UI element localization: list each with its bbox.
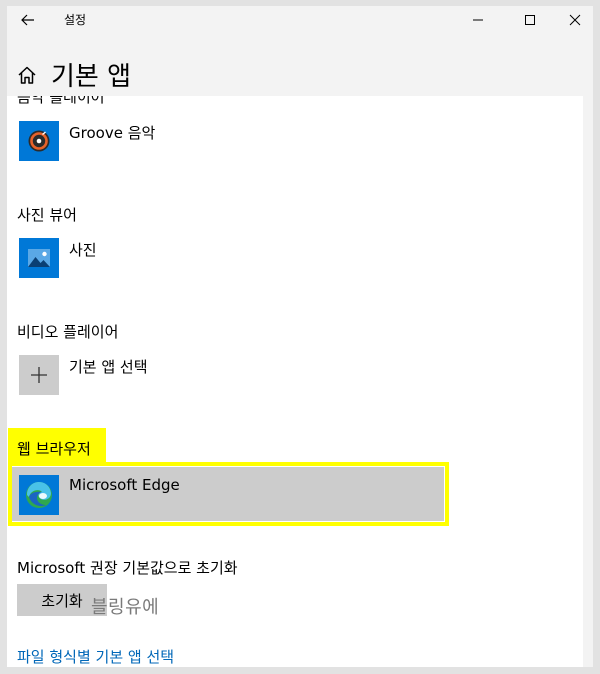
choose-by-file-type-link[interactable]: 파일 형식별 기본 앱 선택 [17, 646, 174, 667]
maximize-icon [525, 15, 535, 25]
minimize-icon [473, 19, 483, 21]
section-label-photo-viewer: 사진 뷰어 [17, 206, 77, 224]
watermark: 블링유에 [91, 597, 160, 618]
window-title: 설정 [64, 13, 87, 27]
plus-icon [31, 367, 47, 383]
close-button[interactable] [552, 6, 593, 34]
video-player-app-button[interactable]: 기본 앱 선택 [12, 347, 445, 401]
photo-viewer-app-button[interactable]: 사진 [12, 230, 445, 284]
minimize-button[interactable] [455, 6, 501, 34]
choose-app-tile [19, 355, 59, 395]
content-area: 음악 플레이어 Groove 음악 사진 뷰어 사진 비디오 플레이어 기본 앱… [7, 96, 583, 667]
close-icon [569, 14, 581, 26]
home-icon [18, 66, 36, 84]
app-name-photos: 사진 [69, 241, 97, 259]
title-bar: 설정 [7, 6, 593, 34]
back-button[interactable] [15, 8, 41, 32]
groove-music-icon [28, 130, 50, 152]
section-label-web-browser: 웹 브라우저 [17, 440, 91, 458]
app-name-choose-default: 기본 앱 선택 [69, 358, 148, 376]
home-button[interactable] [16, 64, 38, 86]
maximize-button[interactable] [507, 6, 553, 34]
groove-tile [19, 121, 59, 161]
music-player-app-button[interactable]: Groove 음악 [12, 113, 445, 167]
settings-window: 설정 기본 앱 음악 플레이어 Groove 음악 사진 뷰어 사진 비디오 플… [7, 6, 593, 667]
highlight-frame [8, 462, 449, 526]
back-arrow-icon [21, 14, 34, 26]
section-label-music-player: 음악 플레이어 [17, 96, 105, 106]
photos-icon [28, 249, 50, 267]
reset-label: Microsoft 권장 기본값으로 초기화 [17, 559, 238, 577]
photos-tile [19, 238, 59, 278]
section-label-video-player: 비디오 플레이어 [17, 323, 119, 341]
page-title: 기본 앱 [51, 62, 132, 92]
app-name-groove: Groove 음악 [69, 124, 156, 142]
page-header: 기본 앱 [7, 52, 593, 96]
